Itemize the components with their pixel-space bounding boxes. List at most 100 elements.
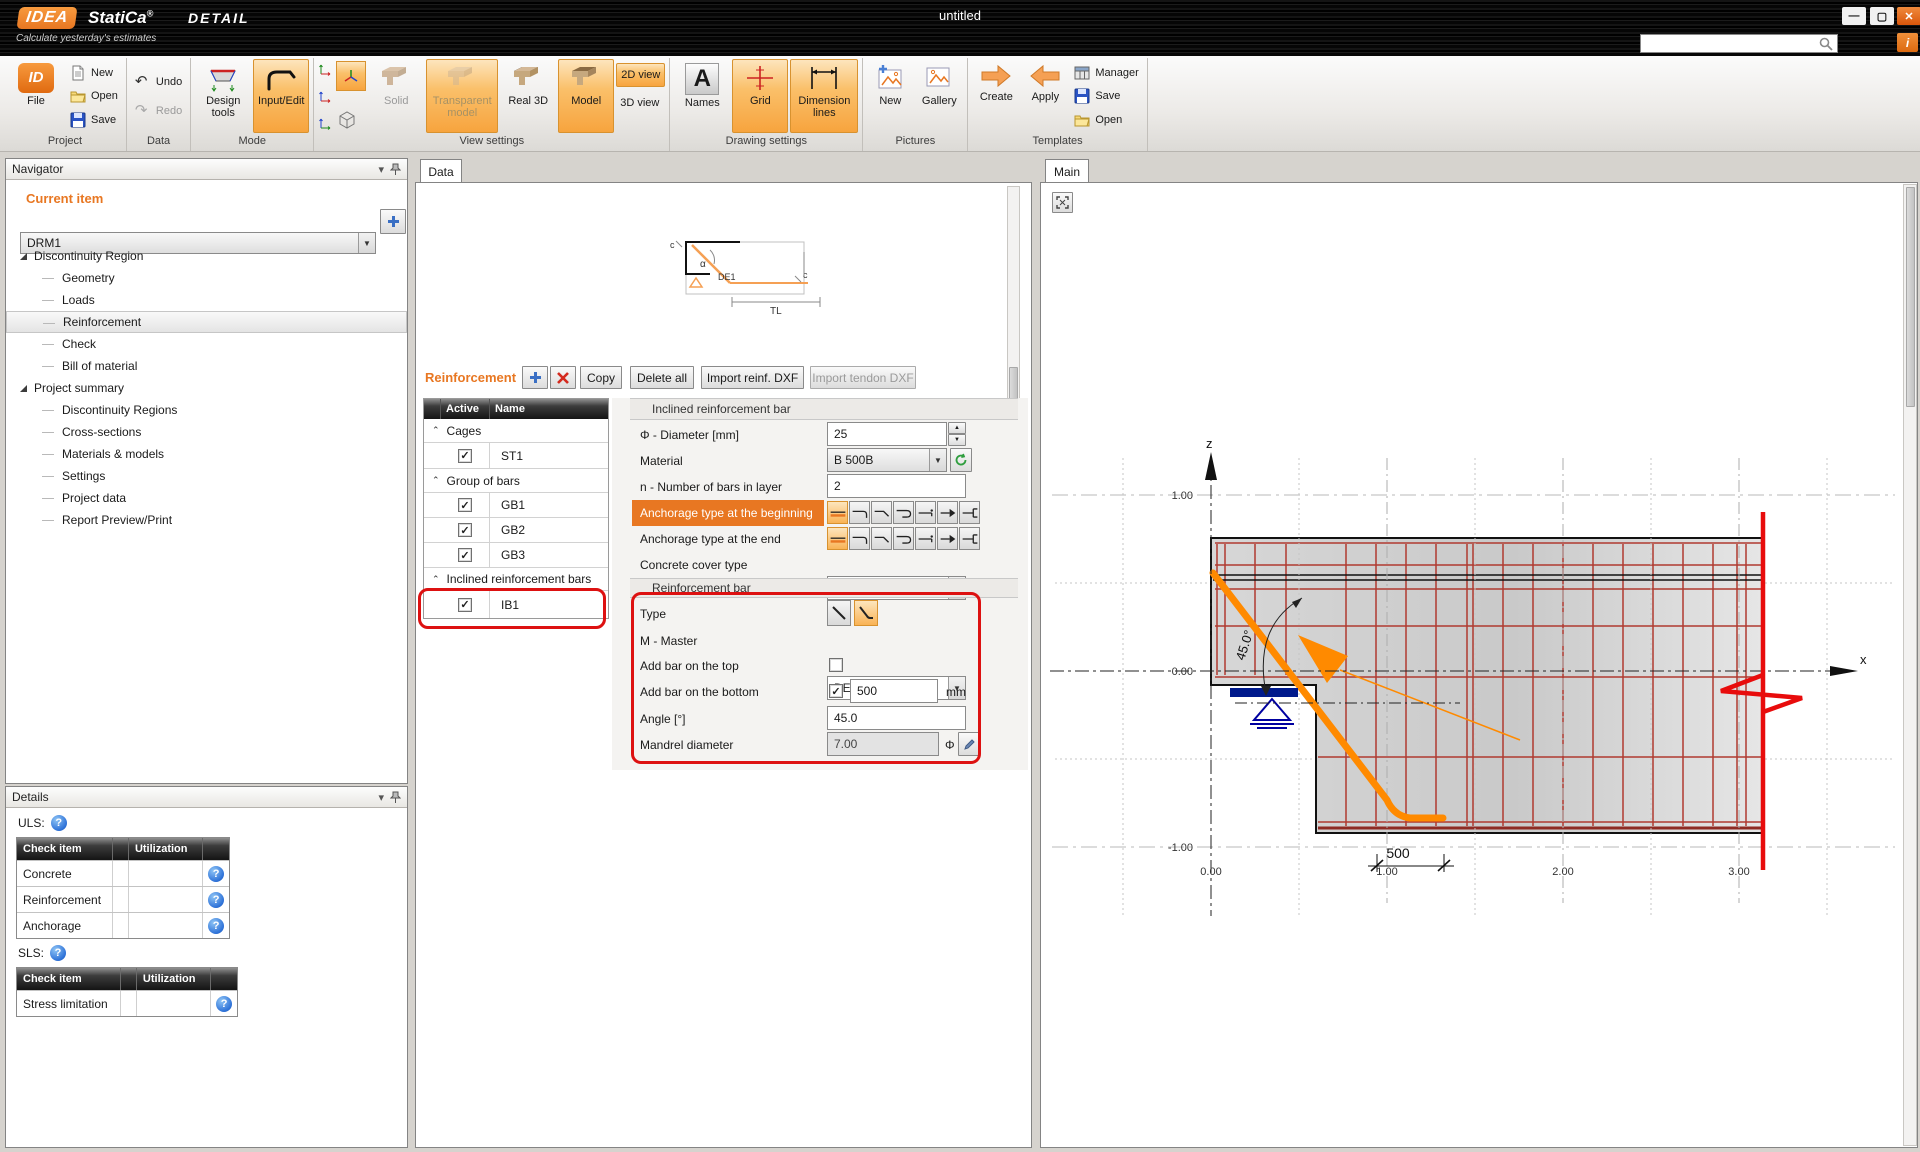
model-button[interactable]: Model	[558, 59, 614, 133]
anchorage-hook-180-icon[interactable]	[893, 501, 914, 524]
anchorage-hook-45-icon[interactable]	[871, 527, 892, 550]
cube-view-icon[interactable]	[336, 109, 358, 131]
view-3d-button[interactable]: 3D view	[616, 91, 665, 114]
active-checkbox[interactable]: ✓	[458, 598, 472, 612]
axis-yz-icon[interactable]	[318, 115, 334, 131]
tree-node-materials-models[interactable]: Materials & models	[6, 443, 407, 465]
group-row-cages[interactable]: ⌃ Cages	[424, 419, 608, 443]
grid-button[interactable]: Grid	[732, 59, 788, 133]
anchorage-plate-icon[interactable]	[959, 527, 980, 550]
material-edit-button[interactable]	[950, 448, 972, 472]
spinner-down-icon[interactable]: ▼	[948, 434, 966, 446]
main-scrollbar[interactable]	[1903, 184, 1917, 1146]
delete-all-button[interactable]: Delete all	[630, 366, 694, 389]
tree-node-discontinuity-region[interactable]: Discontinuity Region	[6, 245, 407, 267]
tree-node-bill-of-material[interactable]: Bill of material	[6, 355, 407, 377]
import-reinf-dxf-button[interactable]: Import reinf. DXF	[701, 366, 804, 389]
maximize-button[interactable]: ▢	[1870, 7, 1894, 25]
tree-node-project-data[interactable]: Project data	[6, 487, 407, 509]
add-bar-bottom-checkbox[interactable]: ✓	[829, 684, 843, 698]
list-row-gb3[interactable]: ✓ GB3	[424, 543, 608, 568]
zoom-fit-button[interactable]	[1052, 192, 1073, 213]
row-help-icon[interactable]: ?	[208, 866, 224, 882]
redo-button[interactable]: ↷ Redo	[131, 99, 186, 122]
row-help-icon[interactable]: ?	[216, 996, 232, 1012]
mandrel-edit-button[interactable]	[958, 732, 980, 756]
tree-node-loads[interactable]: Loads	[6, 289, 407, 311]
tree-node-check[interactable]: Check	[6, 333, 407, 355]
view-2d-button[interactable]: 2D view	[616, 63, 665, 87]
active-checkbox[interactable]: ✓	[458, 498, 472, 512]
angle-input[interactable]: 45.0	[827, 706, 966, 730]
axis-xz-icon[interactable]	[318, 88, 334, 104]
template-apply-button[interactable]: Apply	[1022, 59, 1068, 133]
anchorage-hook-90-icon[interactable]	[849, 501, 870, 524]
sls-help-icon[interactable]: ?	[50, 945, 66, 961]
tree-node-discontinuity-regions[interactable]: Discontinuity Regions	[6, 399, 407, 421]
anchorage-bend-icon[interactable]	[915, 501, 936, 524]
collapse-chevron-icon[interactable]: ▾	[378, 163, 384, 176]
main-canvas[interactable]	[1040, 182, 1918, 1148]
names-button[interactable]: A Names	[674, 59, 730, 133]
template-manager-button[interactable]: Manager	[1070, 61, 1142, 84]
collapse-chevron-icon[interactable]: ▾	[378, 791, 384, 804]
anchorage-welded-plate-icon[interactable]	[937, 527, 958, 550]
add-bar-top-checkbox[interactable]	[829, 658, 843, 672]
uls-help-icon[interactable]: ?	[51, 815, 67, 831]
add-bar-bottom-input[interactable]: 500	[850, 679, 938, 703]
anchorage-begin-label[interactable]: Anchorage type at the beginning	[632, 500, 824, 526]
pin-icon[interactable]	[390, 791, 401, 804]
list-row-st1[interactable]: ✓ ST1	[424, 443, 608, 469]
anchorage-hook-180-icon[interactable]	[893, 527, 914, 550]
tree-node-reinforcement[interactable]: Reinforcement	[6, 311, 407, 333]
tree-node-cross-sections[interactable]: Cross-sections	[6, 421, 407, 443]
new-button[interactable]: New	[66, 61, 122, 84]
open-button[interactable]: Open	[66, 85, 122, 108]
template-open-button[interactable]: Open	[1070, 108, 1142, 131]
list-row-gb1[interactable]: ✓ GB1	[424, 493, 608, 518]
tree-node-report-preview-print[interactable]: Report Preview/Print	[6, 509, 407, 531]
close-button[interactable]: ✕	[1897, 7, 1920, 25]
tree-node-geometry[interactable]: Geometry	[6, 267, 407, 289]
anchorage-hook-45-icon[interactable]	[871, 501, 892, 524]
dimension-lines-button[interactable]: Dimension lines	[790, 59, 858, 133]
anchorage-welded-plate-icon[interactable]	[937, 501, 958, 524]
group-row-bars[interactable]: ⌃ Group of bars	[424, 469, 608, 493]
type-bent-icon[interactable]	[854, 600, 878, 626]
minimize-button[interactable]: —	[1842, 7, 1866, 25]
tree-node-settings[interactable]: Settings	[6, 465, 407, 487]
undo-button[interactable]: ↶ Undo	[131, 70, 186, 93]
file-button[interactable]: ID File	[8, 59, 64, 133]
anchorage-straight-icon[interactable]	[827, 501, 848, 524]
add-item-button[interactable]	[380, 209, 406, 234]
type-straight-icon[interactable]	[827, 600, 851, 626]
active-checkbox[interactable]: ✓	[458, 523, 472, 537]
spinner-up-icon[interactable]: ▲	[948, 422, 966, 434]
anchorage-bend-icon[interactable]	[915, 527, 936, 550]
info-button[interactable]: i	[1897, 33, 1918, 52]
delete-reinforcement-button[interactable]	[550, 366, 576, 389]
material-select[interactable]: B 500B ▼	[827, 448, 947, 472]
input-edit-button[interactable]: Input/Edit	[253, 59, 309, 133]
active-checkbox[interactable]: ✓	[458, 548, 472, 562]
row-help-icon[interactable]: ?	[208, 892, 224, 908]
axis-xy-icon[interactable]	[318, 61, 334, 77]
tree-node-project-summary[interactable]: Project summary	[6, 377, 407, 399]
transparent-model-button[interactable]: Transparent model	[426, 59, 498, 133]
copy-button[interactable]: Copy	[580, 366, 622, 389]
bars-in-layer-input[interactable]: 2	[827, 474, 966, 498]
picture-new-button[interactable]: New	[867, 59, 913, 133]
template-save-button[interactable]: Save	[1070, 85, 1142, 108]
list-row-gb2[interactable]: ✓ GB2	[424, 518, 608, 543]
search-input[interactable]	[1640, 34, 1838, 53]
add-reinforcement-button[interactable]	[522, 366, 548, 389]
mandrel-input[interactable]: 7.00	[827, 732, 939, 756]
anchorage-plate-icon[interactable]	[959, 501, 980, 524]
save-button[interactable]: Save	[66, 108, 122, 131]
row-help-icon[interactable]: ?	[208, 918, 224, 934]
axonometry-button[interactable]	[336, 61, 366, 91]
anchorage-hook-90-icon[interactable]	[849, 527, 870, 550]
import-tendon-dxf-button[interactable]: Import tendon DXF	[810, 366, 916, 389]
pin-icon[interactable]	[390, 163, 401, 176]
main-scrollbar-thumb[interactable]	[1906, 187, 1915, 407]
